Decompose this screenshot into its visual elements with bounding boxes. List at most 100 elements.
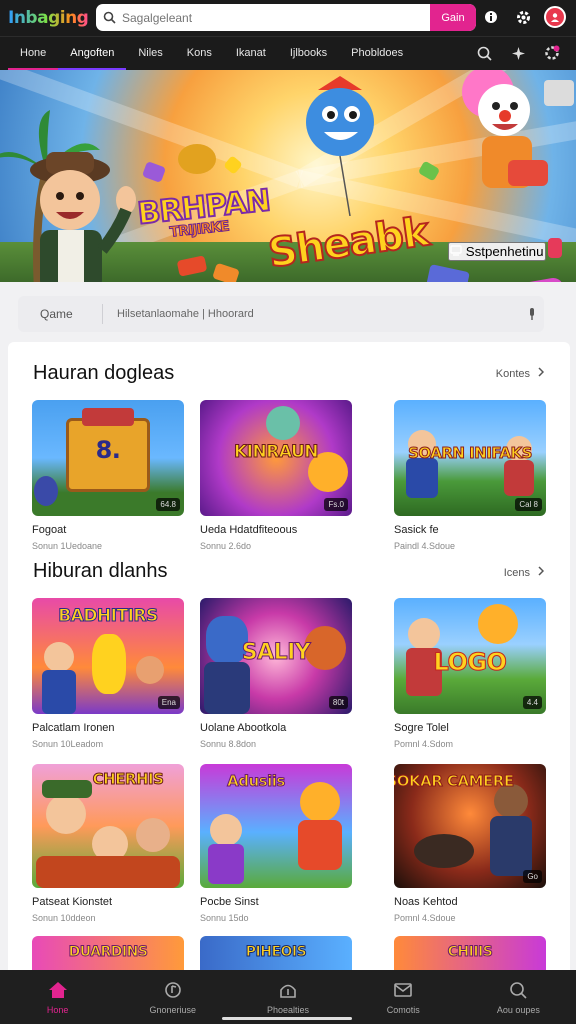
game-badge: Cal 8 <box>515 498 542 511</box>
bottom-nav-dome[interactable]: Phoealties <box>230 970 345 1024</box>
game-card[interactable]: BADHITIRS Ena Palcatlam Ironen Sonun 10L… <box>32 598 184 749</box>
game-name: Fogoat <box>32 524 67 536</box>
game-name: Palcatlam Ironen <box>32 722 115 734</box>
game-thumbnail: SALIY 80t <box>200 598 352 714</box>
search-icon <box>96 11 122 24</box>
game-name: Ueda Hdatdfiteoous <box>200 524 298 536</box>
floating-coin <box>178 144 216 174</box>
nav-tab-angoften[interactable]: Angoften <box>58 37 127 71</box>
nav-tab-niles[interactable]: Niles <box>126 37 174 71</box>
mail-icon <box>392 979 414 1001</box>
game-meta: Pomnl 4.Sdoue <box>394 913 456 923</box>
game-badge: Go <box>523 870 542 883</box>
game-meta: Sonun 1Uedoane <box>32 541 103 551</box>
thumbnail-title: SOKAR CAMERE <box>394 772 515 791</box>
thumbnail-title: DUARDINS <box>68 944 148 961</box>
game-meta: Sonnu 8.8don <box>200 739 257 749</box>
category-filter[interactable]: Qame <box>18 307 102 321</box>
game-name: Noas Kehtod <box>394 896 458 908</box>
settings-icon[interactable] <box>512 6 534 28</box>
game-card[interactable]: LOGO 4.4 Sogre Tolel Pomnl 4.Sdom <box>394 598 546 749</box>
game-card[interactable]: CHERHIS Patseat Kionstet Sonun 10ddeon <box>32 764 184 923</box>
nav-tab-phobldoes[interactable]: Phobldoes <box>339 37 415 71</box>
puzzle-icon[interactable] <box>508 43 528 63</box>
thumbnail-title: Adusiis <box>227 772 286 791</box>
hero-cta-button[interactable]: Sstpenhetinu <box>448 242 546 261</box>
nav-tab-home[interactable]: Hone <box>8 37 59 71</box>
bottom-nav-home[interactable]: Hone <box>0 970 115 1024</box>
bottom-nav-label: Phoealties <box>266 1005 310 1015</box>
game-card[interactable]: KINRAUN Fs.0 Ueda Hdatdfiteoous Sonnu 2.… <box>200 400 352 551</box>
thumbnail-title: PIHEOIS <box>245 944 307 961</box>
info-icon[interactable] <box>480 6 502 28</box>
clown-character-illustration <box>462 70 574 188</box>
top-header: Inbaging Gain <box>0 0 576 36</box>
bottom-nav-music[interactable]: Gnoneriuse <box>115 970 230 1024</box>
hero-cta-label: Sstpenhetinu <box>465 244 544 259</box>
bottom-nav-mail[interactable]: Comotis <box>346 970 461 1024</box>
game-thumbnail: BADHITIRS Ena <box>32 598 184 714</box>
nav-search-icon[interactable] <box>474 43 494 63</box>
game-meta: Sonun 10Leadom <box>32 739 104 749</box>
game-meta: Paindl 4.Sdoue <box>394 541 456 551</box>
section-title: Hiburan dlanhs <box>33 560 168 582</box>
mic-icon[interactable] <box>520 308 544 320</box>
bottom-nav: Hone Gnoneriuse Phoealties Comotis Aou o… <box>0 970 576 1024</box>
game-meta: Sonun 10ddeon <box>32 913 96 923</box>
tv-icon <box>450 244 466 259</box>
game-badge: 4.4 <box>522 696 542 709</box>
game-name: Pocbe Sinst <box>200 896 259 908</box>
game-card[interactable]: SALIY 80t Uolane Abootkola Sonnu 8.8don <box>200 598 352 749</box>
boy-character-illustration <box>30 152 136 282</box>
nav-tab-kons[interactable]: Kons <box>175 37 224 71</box>
nav-tab-ikanat[interactable]: Ikanat <box>224 37 278 71</box>
bottom-nav-label: Gnoneriuse <box>149 1005 197 1015</box>
thumbnail-title: KINRAUN <box>234 442 319 463</box>
thumbnail-title: LOGO <box>433 648 507 677</box>
game-badge: 80t <box>328 696 348 709</box>
section-more-label: Kontes <box>495 367 530 380</box>
game-thumbnail: CHERHIS <box>32 764 184 888</box>
game-thumbnail: SOARN INIFAKS Cal 8 <box>394 400 546 516</box>
dome-icon <box>277 979 299 1001</box>
section-more-link[interactable]: Icens <box>503 566 545 579</box>
game-card[interactable]: Adusiis Pocbe Sinst Sonnu 15do <box>200 764 352 923</box>
thumbnail-title: CHERHIS <box>92 770 164 789</box>
game-thumbnail: SOKAR CAMERE Go <box>394 764 546 888</box>
game-badge: 64.8 <box>156 498 180 511</box>
game-name: Uolane Abootkola <box>200 722 287 734</box>
balloon-character-illustration <box>306 76 374 216</box>
user-avatar[interactable] <box>544 6 566 28</box>
game-thumbnail: 8. 64.8 <box>32 400 184 516</box>
floating-block <box>548 238 562 258</box>
home-indicator <box>222 1017 352 1020</box>
nav-tab-ijlbooks[interactable]: Ijlbooks <box>278 37 339 71</box>
hero-title-left: BRHPAN TRIJIRKE <box>135 182 273 244</box>
game-card[interactable]: 8. 64.8 Fogoat Sonun 1Uedoane <box>32 400 184 551</box>
bottom-nav-label: Hone <box>46 1005 69 1015</box>
game-card[interactable]: SOKAR CAMERE Go Noas Kehtod Pomnl 4.Sdou… <box>394 764 546 923</box>
bottom-nav-label: Comotis <box>386 1005 420 1015</box>
game-meta: Sonnu 15do <box>200 913 249 923</box>
notification-icon[interactable] <box>542 43 562 63</box>
game-thumbnail: KINRAUN Fs.0 <box>200 400 352 516</box>
home-icon <box>47 979 69 1001</box>
app-logo[interactable]: Inbaging <box>8 8 92 28</box>
game-badge: Fs.0 <box>324 498 348 511</box>
game-badge: Ena <box>157 696 180 709</box>
section-more-label: Icens <box>503 566 530 579</box>
thumbnail-title: CHIIIS <box>447 944 493 961</box>
section-more-link[interactable]: Kontes <box>495 367 545 380</box>
thumbnail-title: SOARN INIFAKS <box>408 444 533 463</box>
filter-input[interactable]: Hilsetanlaomahe | Hhoorard <box>103 308 520 320</box>
bottom-nav-search[interactable]: Aou oupes <box>461 970 576 1024</box>
chevron-right-icon <box>538 566 545 579</box>
search-button[interactable]: Gain <box>430 4 476 31</box>
search-icon <box>507 979 529 1001</box>
search-input[interactable] <box>122 10 430 25</box>
game-thumbnail: Adusiis <box>200 764 352 888</box>
chevron-right-icon <box>538 367 545 380</box>
game-card[interactable]: SOARN INIFAKS Cal 8 Sasick fe Paindl 4.S… <box>394 400 546 551</box>
game-meta: Pomnl 4.Sdom <box>394 739 454 749</box>
music-note-icon <box>162 979 184 1001</box>
